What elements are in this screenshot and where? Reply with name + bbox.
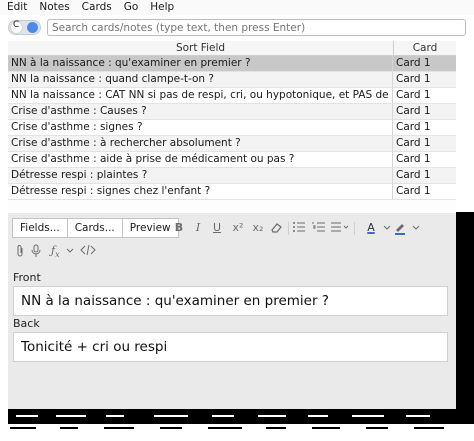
cell-sort-field: Crise d'asthme : signes ? xyxy=(8,120,393,135)
text-color-button[interactable]: A xyxy=(364,221,378,235)
toggle-letter: C xyxy=(13,20,20,30)
table-row[interactable]: Détresse respi : plaintes ? Card 1 xyxy=(8,168,456,184)
cell-sort-field: Crise d'asthme : Causes ? xyxy=(8,104,393,119)
note-editor: Fields... Cards... Preview B I U x² x₂ A… xyxy=(8,213,456,409)
table-row[interactable]: NN la naissance : quand clampe-t-on ? Car… xyxy=(8,72,456,88)
cell-card: Card 1 xyxy=(396,185,431,197)
menu-go[interactable]: Go xyxy=(117,0,144,15)
bullet-list-icon[interactable] xyxy=(292,221,306,237)
window-edge xyxy=(456,41,474,212)
cell-sort-field: NN la naissance : CAT NN si pas de respi… xyxy=(8,88,393,103)
column-header-card[interactable]: Card xyxy=(394,41,456,55)
numbered-list-icon[interactable] xyxy=(312,221,326,237)
highlight-icon[interactable] xyxy=(393,221,407,239)
field-back-input[interactable]: Tonicité + cri ou respi xyxy=(13,332,448,362)
cell-card: Card 1 xyxy=(396,137,431,149)
cards-notes-toggle[interactable]: C xyxy=(8,20,41,35)
menu-edit[interactable]: Edit xyxy=(0,0,32,15)
bold-button[interactable]: B xyxy=(172,221,186,235)
table-row[interactable]: Crise d'asthme : Causes ? Card 1 xyxy=(8,104,456,120)
cell-sort-field: NN la naissance : quand clampe-t-on ? xyxy=(8,72,393,87)
search-row: C xyxy=(0,16,474,40)
window-edge xyxy=(56,415,86,417)
chevron-down-icon[interactable] xyxy=(380,221,394,235)
window-edge xyxy=(160,427,182,429)
window-edge xyxy=(352,415,384,417)
window-edge xyxy=(366,427,388,429)
cell-sort-field: Détresse respi : plaintes ? xyxy=(8,168,393,183)
field-front-input[interactable]: NN à la naissance : qu'examiner en premi… xyxy=(13,286,448,316)
cell-card: Card 1 xyxy=(396,89,431,101)
cell-sort-field: Détresse respi : signes chez l'enfant ? xyxy=(8,184,393,199)
underline-button[interactable]: U xyxy=(210,221,224,235)
fields-button[interactable]: Fields... xyxy=(12,218,68,238)
window-edge xyxy=(10,427,36,429)
microphone-icon[interactable] xyxy=(30,244,42,262)
window-edge xyxy=(406,415,430,417)
table-row[interactable]: Détresse respi : signes chez l'enfant ? C… xyxy=(8,184,456,200)
window-edge xyxy=(60,427,78,429)
window-edge xyxy=(8,409,456,424)
window-edge xyxy=(16,415,38,417)
cell-sort-field: Crise d'asthme : à rechercher absolument… xyxy=(8,136,393,151)
window-edge xyxy=(308,415,328,417)
menu-help[interactable]: Help xyxy=(143,0,179,15)
toolbar-separator xyxy=(288,222,289,235)
table-row[interactable]: NN la naissance : CAT NN si pas de respi… xyxy=(8,88,456,104)
toggle-track-dot xyxy=(27,22,38,33)
italic-button[interactable]: I xyxy=(191,221,205,235)
search-input[interactable] xyxy=(47,19,466,36)
table-header: Sort Field Card xyxy=(8,41,456,56)
table-row[interactable]: NN à la naissance : qu'examiner en premi… xyxy=(8,56,456,72)
window-edge xyxy=(456,212,474,424)
editor-button-row: Fields... Cards... Preview xyxy=(12,218,179,238)
preview-button[interactable]: Preview xyxy=(122,218,179,238)
cell-card: Card 1 xyxy=(396,169,431,181)
window-edge xyxy=(106,415,124,417)
field-label-back: Back xyxy=(13,317,40,330)
cell-card: Card 1 xyxy=(396,105,431,117)
chevron-down-icon[interactable] xyxy=(66,244,74,258)
eraser-icon[interactable] xyxy=(269,221,283,238)
cell-card: Card 1 xyxy=(396,73,431,85)
subscript-button[interactable]: x₂ xyxy=(250,221,266,235)
menu-bar: Edit Notes Cards Go Help xyxy=(0,0,474,15)
menu-notes[interactable]: Notes xyxy=(32,0,74,15)
attachment-icon[interactable] xyxy=(14,244,26,262)
cell-card: Card 1 xyxy=(396,153,431,165)
column-header-sort-field[interactable]: Sort Field xyxy=(8,41,394,55)
chevron-down-icon[interactable] xyxy=(409,221,423,235)
cell-sort-field: Crise d'asthme : aide à prise de médicam… xyxy=(8,152,393,167)
formula-icon[interactable]: ƒx xyxy=(51,244,60,262)
cell-sort-field: NN à la naissance : qu'examiner en premi… xyxy=(8,56,393,71)
table-row[interactable]: Crise d'asthme : aide à prise de médicam… xyxy=(8,152,456,168)
table-row[interactable]: Crise d'asthme : signes ? Card 1 xyxy=(8,120,456,136)
cell-card: Card 1 xyxy=(396,57,431,69)
html-editor-icon[interactable] xyxy=(80,244,96,260)
window-edge xyxy=(414,427,444,429)
table-row[interactable]: Crise d'asthme : à rechercher absolument… xyxy=(8,136,456,152)
menu-cards[interactable]: Cards xyxy=(75,0,117,15)
card-table: Sort Field Card NN à la naissance : qu'e… xyxy=(8,41,457,212)
window-edge xyxy=(104,427,134,429)
table-body: NN à la naissance : qu'examiner en premi… xyxy=(8,56,456,200)
cell-card: Card 1 xyxy=(396,121,431,133)
toolbar-separator xyxy=(354,222,355,235)
window-edge xyxy=(154,415,188,417)
window-edge xyxy=(212,415,234,417)
field-label-front: Front xyxy=(13,271,41,284)
cards-button[interactable]: Cards... xyxy=(67,218,123,238)
window-edge xyxy=(312,427,340,429)
window-edge xyxy=(266,427,286,429)
window-edge xyxy=(208,427,242,429)
window-edge xyxy=(258,415,286,417)
align-icon[interactable] xyxy=(330,221,350,237)
superscript-button[interactable]: x² xyxy=(230,221,246,235)
window-edge xyxy=(0,424,474,441)
